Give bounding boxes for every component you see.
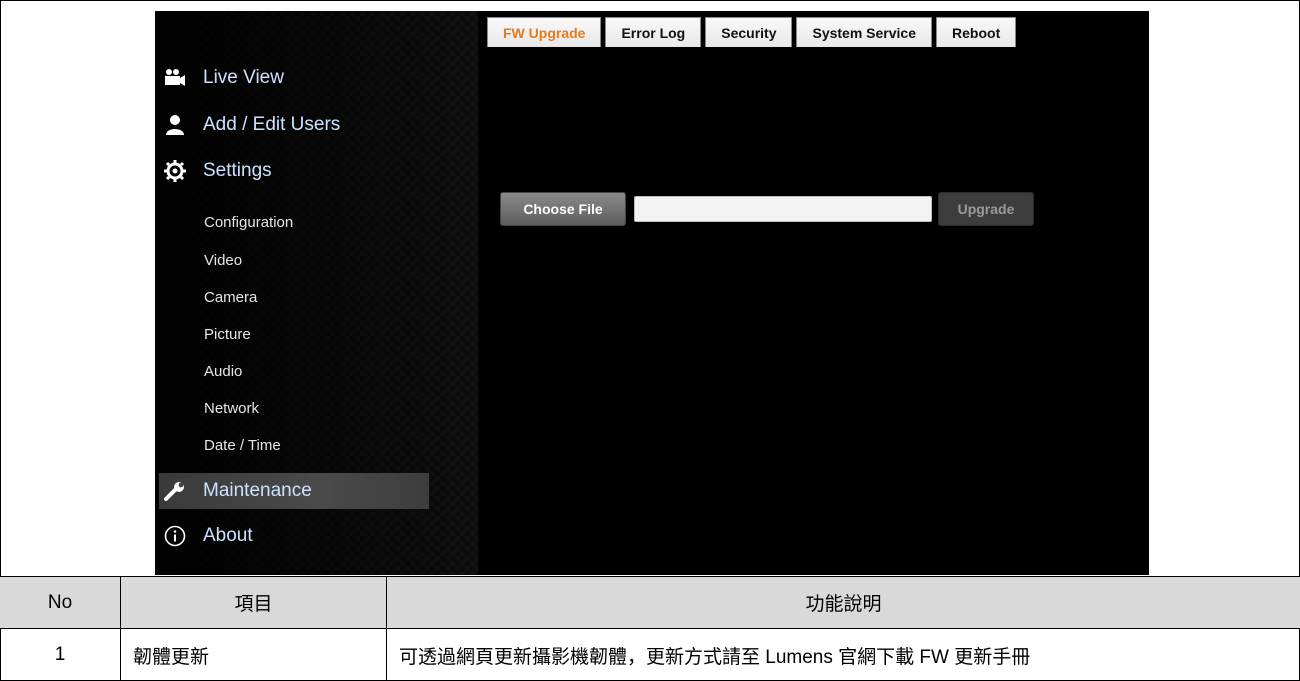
user-icon bbox=[159, 112, 191, 138]
tab-security[interactable]: Security bbox=[705, 17, 793, 47]
nav-label: Maintenance bbox=[203, 480, 312, 501]
header-no: No bbox=[0, 577, 121, 629]
nav-maintenance[interactable]: Maintenance bbox=[159, 473, 429, 509]
header-item: 項目 bbox=[121, 577, 387, 629]
maintenance-tabs: FW Upgrade Error Log Security System Ser… bbox=[487, 17, 1020, 47]
nav-sub-date-time[interactable]: Date / Time bbox=[204, 432, 404, 458]
nav-label: Add / Edit Users bbox=[203, 114, 341, 135]
nav-sub-network[interactable]: Network bbox=[204, 395, 404, 421]
tab-fw-upgrade[interactable]: FW Upgrade bbox=[487, 17, 602, 47]
nav-add-edit-users[interactable]: Add / Edit Users bbox=[159, 107, 429, 143]
row-description: 可透過網頁更新攝影機韌體，更新方式請至 Lumens 官網下載 FW 更新手冊 bbox=[399, 646, 1031, 668]
nav-sub-audio[interactable]: Audio bbox=[204, 358, 404, 384]
info-icon bbox=[159, 523, 191, 549]
nav-settings[interactable]: Settings bbox=[159, 153, 429, 189]
nav-live-view[interactable]: Live View bbox=[159, 60, 429, 96]
video-camera-icon bbox=[159, 65, 191, 91]
row-no: 1 bbox=[0, 629, 121, 681]
nav-sub-picture[interactable]: Picture bbox=[204, 321, 404, 347]
fw-upload-row: Choose File Upgrade bbox=[500, 192, 1034, 226]
tab-reboot[interactable]: Reboot bbox=[936, 17, 1017, 47]
choose-file-button[interactable]: Choose File bbox=[500, 192, 626, 226]
camera-web-ui: Live View Add / Edit Users Settings Conf… bbox=[155, 11, 1149, 575]
description-table: No 項目 功能說明 1 韌體更新 可透過網頁更新攝影機韌體，更新方式請至 Lu… bbox=[0, 577, 1300, 681]
nav-label: About bbox=[203, 525, 253, 546]
nav-sub-configuration[interactable]: Configuration bbox=[204, 209, 404, 235]
gear-icon bbox=[159, 158, 191, 184]
sidebar: Live View Add / Edit Users Settings Conf… bbox=[155, 11, 478, 575]
nav-label: Settings bbox=[203, 160, 272, 181]
nav-sub-camera[interactable]: Camera bbox=[204, 284, 404, 310]
tab-system-service[interactable]: System Service bbox=[796, 17, 933, 47]
nav-sub-video[interactable]: Video bbox=[204, 247, 404, 273]
row-item: 韌體更新 bbox=[121, 629, 387, 681]
nav-label: Live View bbox=[203, 67, 284, 88]
nav-about[interactable]: About bbox=[159, 518, 429, 554]
tab-error-log[interactable]: Error Log bbox=[605, 17, 702, 47]
screenshot-row: Live View Add / Edit Users Settings Conf… bbox=[0, 0, 1300, 577]
file-path-field[interactable] bbox=[634, 196, 932, 222]
wrench-icon bbox=[159, 478, 191, 504]
header-description: 功能說明 bbox=[387, 577, 1300, 629]
upgrade-button[interactable]: Upgrade bbox=[938, 192, 1034, 226]
